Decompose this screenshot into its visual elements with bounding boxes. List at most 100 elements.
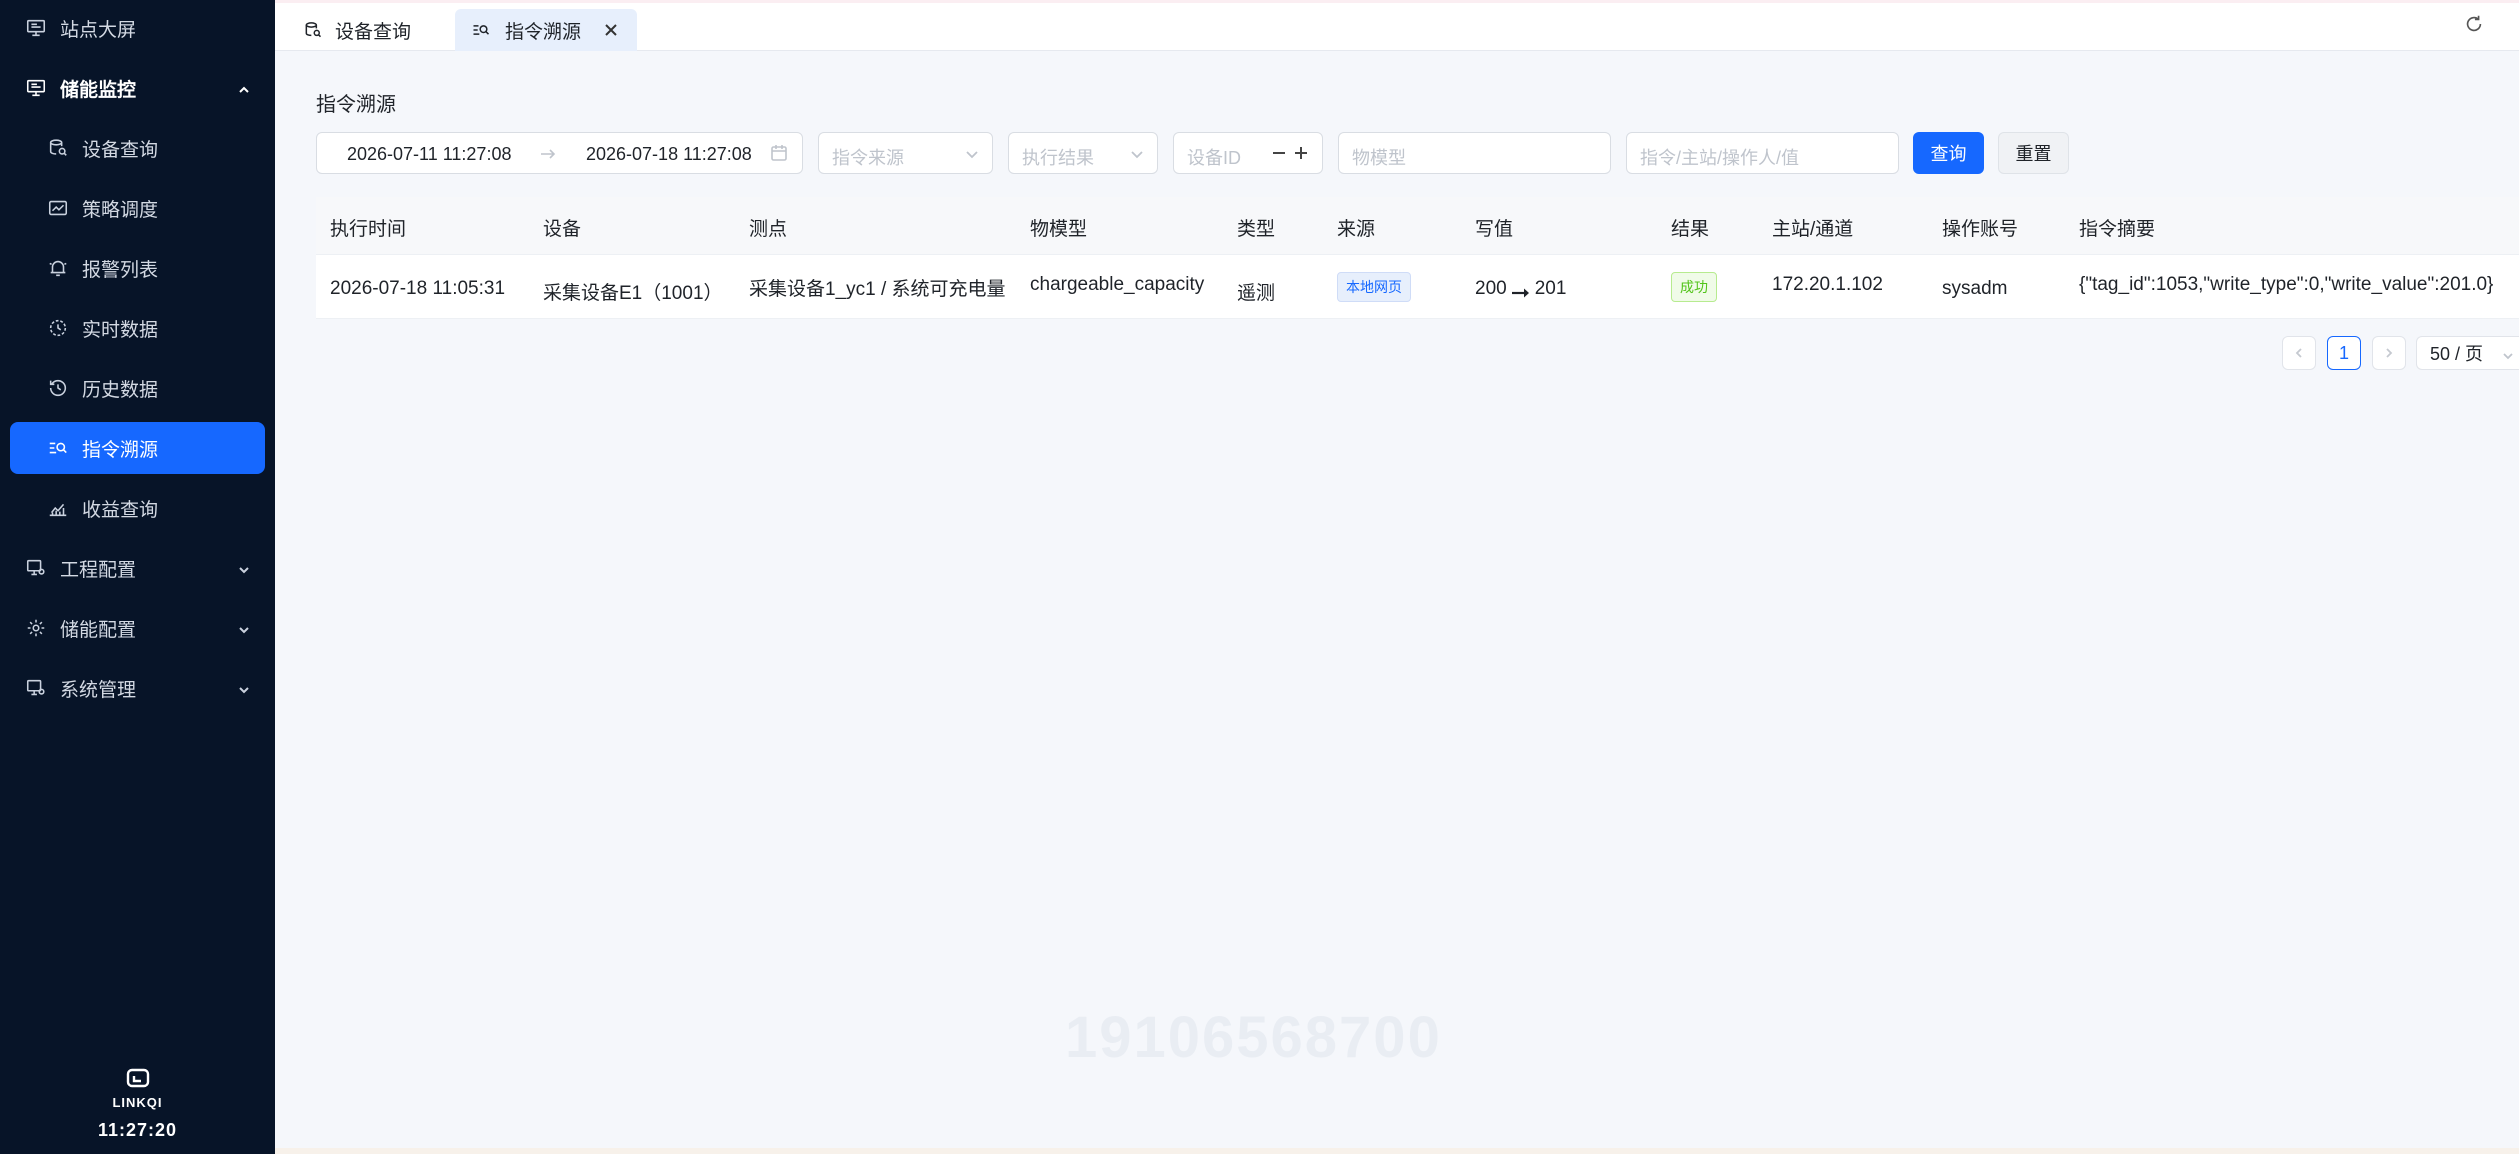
tab-label: 设备查询 <box>335 21 412 43</box>
sidebar-item-label: 设备查询 <box>82 139 159 161</box>
sidebar-item-label: 储能配置 <box>60 619 137 641</box>
model-input[interactable]: 物模型 <box>1338 132 1611 174</box>
sidebar-item-strategy[interactable]: 策略调度 <box>10 182 265 234</box>
date-range-picker[interactable]: 2026-07-11 11:27:08 2026-07-18 11:27:08 <box>316 132 803 174</box>
cell-type: 遥测 <box>1237 283 1276 304</box>
input-placeholder: 物模型 <box>1352 148 1406 168</box>
device-id-input[interactable]: 设备ID <box>1173 132 1323 174</box>
brand-name: LINKQI <box>112 1095 163 1110</box>
cell-channel: 172.20.1.102 <box>1772 274 1883 295</box>
sidebar-item-label: 储能监控 <box>60 79 137 101</box>
sidebar-item-label: 历史数据 <box>82 379 159 401</box>
database-search-icon <box>46 136 70 160</box>
sidebar-item-system-admin[interactable]: 系统管理 <box>10 662 265 714</box>
arrow-right-icon <box>539 145 557 163</box>
tab-device-query[interactable]: 设备查询 <box>285 9 429 51</box>
sidebar-item-realtime[interactable]: 实时数据 <box>10 302 265 354</box>
cell-time: 2026-07-18 11:05:31 <box>330 278 506 299</box>
cell-write-value: 200 201 <box>1475 278 1566 300</box>
query-button[interactable]: 查询 <box>1913 132 1984 174</box>
sidebar-item-command-trace[interactable]: 指令溯源 <box>10 422 265 474</box>
column-header: 结果 <box>1671 219 1710 240</box>
bottom-divider <box>275 1148 2519 1154</box>
source-badge: 本地网页 <box>1337 272 1411 302</box>
sidebar-item-station-screen[interactable]: 站点大屏 <box>10 2 265 54</box>
chevron-down-icon <box>237 681 251 695</box>
cell-account: sysadm <box>1942 278 2008 299</box>
sidebar: 站点大屏 储能监控 设备查询 策略调度 报警列表 实时数据 历史数据 指令溯源 … <box>0 0 275 1154</box>
column-header: 测点 <box>749 219 788 240</box>
list-search-icon <box>46 436 70 460</box>
chevron-down-icon <box>964 146 980 162</box>
column-header: 写值 <box>1475 219 1514 240</box>
arrow-right-icon <box>1511 283 1531 298</box>
status-badge: 成功 <box>1671 272 1717 302</box>
monitor-icon <box>24 76 48 100</box>
close-icon[interactable] <box>603 22 619 38</box>
sidebar-item-storage-config[interactable]: 储能配置 <box>10 602 265 654</box>
brand: LINKQI 11:27:20 <box>0 1068 275 1141</box>
command-trace-table: 执行时间 设备 测点 物模型 类型 来源 写值 结果 主站/通道 操作账号 指令… <box>316 197 2519 319</box>
page-number[interactable]: 1 <box>2327 336 2361 370</box>
column-header: 执行时间 <box>330 219 407 240</box>
command-source-select[interactable]: 指令来源 <box>818 132 993 174</box>
column-header: 来源 <box>1337 219 1376 240</box>
watermark: 19106568700 <box>1065 1005 1442 1070</box>
prev-page-button[interactable] <box>2282 336 2316 370</box>
page-size-label: 50 / 页 <box>2430 344 2484 364</box>
sidebar-item-label: 站点大屏 <box>60 19 137 41</box>
list-search-icon <box>471 20 491 40</box>
page-title: 指令溯源 <box>316 94 396 116</box>
input-placeholder: 设备ID <box>1187 148 1241 168</box>
page-size-select[interactable]: 50 / 页 <box>2416 336 2519 370</box>
chevron-left-icon <box>2295 348 2302 358</box>
table-row[interactable]: 2026-07-18 11:05:31 采集设备E1（1001） 采集设备1_y… <box>316 255 2519 319</box>
sidebar-item-storage-monitor[interactable]: 储能监控 <box>10 62 265 114</box>
cell-model: chargeable_capacity <box>1030 274 1205 295</box>
tab-command-trace[interactable]: 指令溯源 <box>455 9 638 51</box>
monitor-settings-icon <box>24 676 48 700</box>
chevron-down-icon <box>2501 347 2515 361</box>
clock-dashed-icon <box>46 316 70 340</box>
sidebar-item-project-config[interactable]: 工程配置 <box>10 542 265 594</box>
sidebar-item-label: 实时数据 <box>82 319 159 341</box>
write-from: 200 <box>1475 278 1507 299</box>
plus-icon[interactable] <box>1292 144 1310 162</box>
input-placeholder: 指令/主站/操作人/值 <box>1640 148 1800 168</box>
cell-device: 采集设备E1（1001） <box>543 283 723 304</box>
column-header: 操作账号 <box>1942 219 2019 240</box>
keyword-input[interactable]: 指令/主站/操作人/值 <box>1626 132 1899 174</box>
logo-icon <box>123 1068 153 1094</box>
sidebar-item-label: 策略调度 <box>82 199 159 221</box>
gear-icon <box>24 616 48 640</box>
column-header: 主站/通道 <box>1772 219 1854 240</box>
chevron-down-icon <box>1129 146 1145 162</box>
select-placeholder: 执行结果 <box>1022 148 1094 168</box>
reset-button[interactable]: 重置 <box>1998 132 2069 174</box>
chevron-right-icon <box>2386 348 2393 358</box>
start-date[interactable]: 2026-07-11 11:27:08 <box>347 144 511 165</box>
sidebar-item-history[interactable]: 历史数据 <box>10 362 265 414</box>
refresh-icon[interactable] <box>2463 13 2487 37</box>
cell-summary: {"tag_id":1053,"write_type":0,"write_val… <box>2079 274 2494 295</box>
calendar-icon <box>770 144 788 162</box>
monitor-icon <box>24 16 48 40</box>
image-chart-icon <box>46 196 70 220</box>
sidebar-item-device-query[interactable]: 设备查询 <box>10 122 265 174</box>
monitor-settings-icon <box>24 556 48 580</box>
column-header: 物模型 <box>1030 219 1088 240</box>
execution-result-select[interactable]: 执行结果 <box>1008 132 1158 174</box>
select-placeholder: 指令来源 <box>832 148 904 168</box>
tab-bar: 设备查询 指令溯源 <box>275 0 2519 51</box>
minus-icon[interactable] <box>1270 144 1288 162</box>
sidebar-item-label: 报警列表 <box>82 259 159 281</box>
history-icon <box>46 376 70 400</box>
tab-label: 指令溯源 <box>505 21 582 43</box>
sidebar-item-revenue[interactable]: 收益查询 <box>10 482 265 534</box>
end-date[interactable]: 2026-07-18 11:27:08 <box>586 144 752 165</box>
cell-point: 采集设备1_yc1 / 系统可充电量 <box>749 279 1006 300</box>
sidebar-item-label: 收益查询 <box>82 499 159 521</box>
next-page-button[interactable] <box>2372 336 2406 370</box>
sidebar-item-label: 系统管理 <box>60 679 137 701</box>
sidebar-item-alarms[interactable]: 报警列表 <box>10 242 265 294</box>
